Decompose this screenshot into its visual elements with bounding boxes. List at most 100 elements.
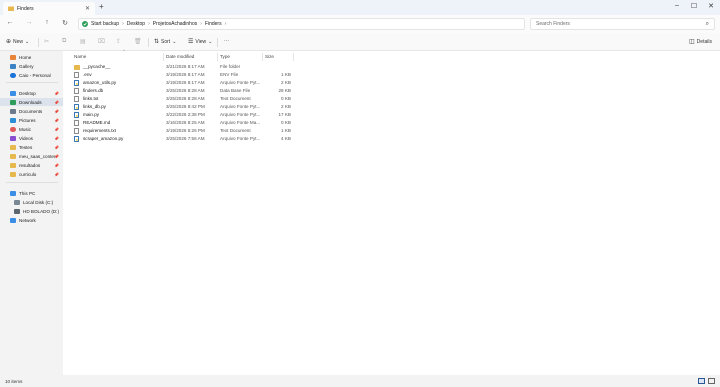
forward-button[interactable]: →	[24, 19, 34, 26]
file-name: links.txt	[83, 96, 99, 101]
column-divider[interactable]	[217, 53, 218, 61]
paste-button[interactable]: ▤	[80, 38, 86, 45]
pin-icon: 📌	[54, 99, 59, 105]
tab-finders[interactable]: Finders ✕	[3, 2, 95, 15]
tiles-view-icon[interactable]	[708, 378, 715, 384]
sort-caret-icon: ^	[123, 48, 125, 53]
chevron-down-icon: ⌄	[172, 38, 177, 45]
sidebar-item-music[interactable]: Music 📌	[0, 125, 63, 133]
cut-button[interactable]: ✂	[44, 38, 49, 45]
sidebar-item-onedrive[interactable]: Caio - Personal	[0, 71, 63, 79]
sidebar-item-network[interactable]: Network	[0, 216, 63, 224]
breadcrumb-start-backup[interactable]: Start backup	[91, 21, 119, 27]
column-divider[interactable]	[163, 53, 164, 61]
more-options-button[interactable]: ···	[224, 38, 229, 44]
file-type: Arquivo Fonte Pyt...	[220, 136, 261, 141]
file-row[interactable]: requirements.txt 3/19/2026 5:26 PM Text …	[63, 127, 720, 135]
network-icon	[10, 217, 16, 223]
divider	[6, 82, 58, 83]
file-row[interactable]: scraper_amazon.py 3/25/2026 7:56 AM Arqu…	[63, 135, 720, 143]
file-size: 2 KB	[281, 104, 291, 109]
file-type: Arquivo Fonte Ma...	[220, 120, 261, 125]
sidebar-item-label: Documents	[19, 108, 43, 114]
sidebar-item-label: This PC	[19, 190, 36, 196]
details-view-icon[interactable]	[698, 378, 705, 384]
copy-button[interactable]: ⧉	[62, 38, 66, 45]
sidebar-item-testes[interactable]: Testes 📌	[0, 143, 63, 151]
refresh-button[interactable]: ↻	[60, 19, 70, 27]
pictures-icon	[10, 117, 16, 123]
view-button[interactable]: ☰ View ⌄	[188, 38, 212, 46]
maximize-button[interactable]: ☐	[689, 2, 699, 10]
breadcrumb-desktop[interactable]: Desktop	[127, 21, 145, 27]
file-row[interactable]: main.py 3/22/2026 2:38 PM Arquivo Fonte …	[63, 111, 720, 119]
chevron-right-icon: ›	[224, 21, 227, 27]
file-row[interactable]: amazon_utils.py 3/19/2026 8:17 AM Arquiv…	[63, 79, 720, 87]
file-date: 3/21/2026 8:17 AM	[166, 64, 205, 69]
minimize-button[interactable]: –	[672, 2, 682, 9]
file-row[interactable]: __pycache__ 3/21/2026 8:17 AM File folde…	[63, 63, 720, 71]
file-row[interactable]: finders.db 3/25/2026 8:28 AM Data Base F…	[63, 87, 720, 95]
column-header-type[interactable]: Type	[220, 51, 264, 62]
back-button[interactable]: ←	[5, 19, 15, 26]
sidebar-item-pictures[interactable]: Pictures 📌	[0, 116, 63, 124]
sidebar-item-videos[interactable]: Videos 📌	[0, 134, 63, 142]
python-file-icon	[74, 80, 79, 86]
file-name: finders.db	[83, 88, 104, 93]
rename-button[interactable]: ⌧	[98, 38, 105, 45]
sidebar-item-label: Local Disk (C:)	[23, 199, 54, 205]
new-button[interactable]: ⊕ New ⌄	[6, 38, 29, 46]
sidebar-item-downloads[interactable]: Downloads 📌	[0, 98, 63, 106]
sidebar-item-desktop[interactable]: Desktop 📌	[0, 89, 63, 97]
sidebar-item-meu-saas[interactable]: meu_saas_conter 📌	[0, 152, 63, 160]
sort-button[interactable]: ⇅ Sort ⌄	[154, 38, 177, 46]
file-row[interactable]: .env 3/19/2026 8:17 AM ENV File 1 KB	[63, 71, 720, 79]
sidebar-item-local-disk[interactable]: Local Disk (C:)	[0, 198, 63, 206]
sidebar-item-home[interactable]: Home	[0, 53, 63, 61]
file-row[interactable]: README.md 3/16/2026 8:25 AM Arquivo Font…	[63, 119, 720, 127]
text-file-icon	[74, 128, 79, 134]
text-file-icon	[74, 96, 79, 102]
address-bar[interactable]: Start backup › Desktop › ProjetosAchadin…	[78, 18, 525, 30]
pin-icon: 📌	[54, 90, 59, 96]
view-label: View	[195, 38, 207, 45]
column-header-size[interactable]: Size	[265, 51, 293, 62]
new-tab-button[interactable]: +	[99, 3, 104, 11]
sidebar-item-curriculo[interactable]: curriculo 📌	[0, 170, 63, 178]
breadcrumb-projetos[interactable]: ProjetosAchadinhos	[153, 21, 197, 27]
file-row[interactable]: links_db.py 3/25/2026 8:42 PM Arquivo Fo…	[63, 103, 720, 111]
trash-icon: 🗑	[134, 39, 142, 45]
close-window-button[interactable]: ✕	[706, 2, 716, 10]
column-divider[interactable]	[262, 53, 263, 61]
column-divider[interactable]	[293, 53, 294, 61]
sidebar-item-label: Music	[19, 126, 31, 132]
folder-icon	[10, 153, 16, 159]
file-type: Arquivo Fonte Pyt...	[220, 104, 261, 109]
search-input[interactable]: Search Finders ⌕	[530, 18, 715, 30]
delete-button[interactable]: 🗑	[134, 38, 142, 45]
file-size: 0 KB	[281, 120, 291, 125]
details-label: Details	[696, 38, 712, 45]
close-tab-icon[interactable]: ✕	[85, 5, 90, 12]
sidebar-item-resultados[interactable]: resultados 📌	[0, 161, 63, 169]
navigation-pane: Home Gallery Caio - Personal Desktop 📌 D…	[0, 51, 63, 375]
sidebar-item-hd-bolado[interactable]: HD BOLADO (D:)	[0, 207, 63, 215]
file-size: 17 KB	[278, 112, 291, 117]
sidebar-item-label: Testes	[19, 144, 33, 150]
file-type: Arquivo Fonte Pyt...	[220, 80, 261, 85]
up-button[interactable]: ↑	[42, 19, 52, 26]
sidebar-item-documents[interactable]: Documents 📌	[0, 107, 63, 115]
item-count: 10 items	[5, 379, 23, 384]
details-pane-button[interactable]: ◫ Details	[689, 38, 712, 46]
column-header-date[interactable]: Date modified	[166, 51, 218, 62]
column-header-name[interactable]: ^ Name	[74, 48, 164, 62]
breadcrumb-finders[interactable]: Finders	[205, 21, 222, 27]
file-date: 3/16/2026 8:25 AM	[166, 120, 205, 125]
share-button[interactable]: ⇪	[116, 38, 121, 45]
file-type: Text Document	[220, 128, 251, 133]
file-row[interactable]: links.txt 3/25/2026 8:28 AM Text Documen…	[63, 95, 720, 103]
desktop-icon	[10, 90, 16, 96]
sidebar-item-label: Desktop	[19, 90, 36, 96]
sidebar-item-gallery[interactable]: Gallery	[0, 62, 63, 70]
sidebar-item-this-pc[interactable]: This PC	[0, 189, 63, 197]
